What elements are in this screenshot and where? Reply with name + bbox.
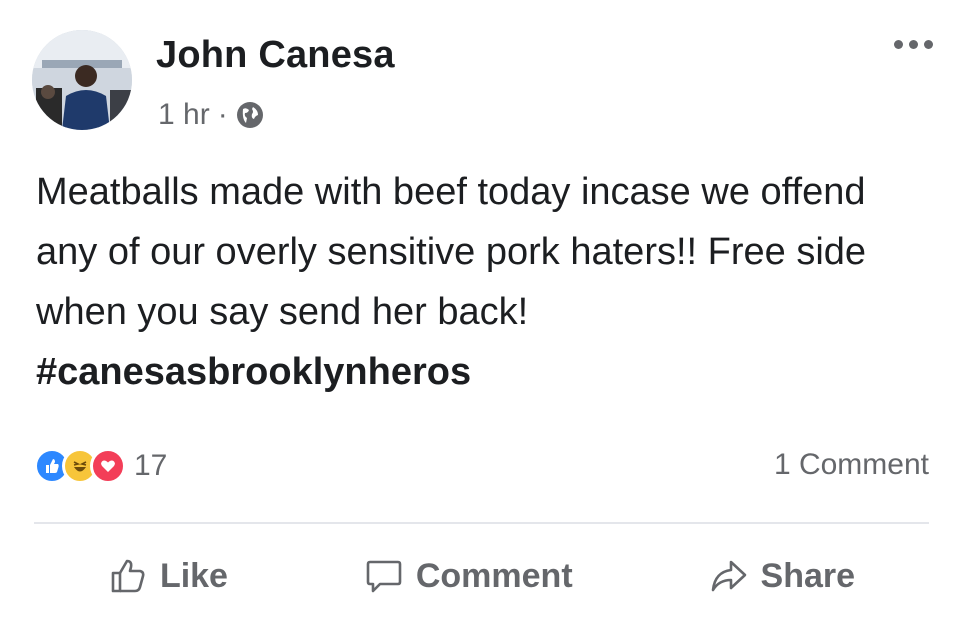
- reaction-count: 17: [134, 449, 168, 482]
- share-button[interactable]: Share: [709, 556, 856, 596]
- love-reaction-icon: [90, 448, 126, 484]
- comment-button[interactable]: Comment: [364, 556, 573, 596]
- globe-icon[interactable]: [236, 101, 264, 129]
- meta-separator: ·: [217, 98, 228, 131]
- post-hashtag[interactable]: #canesasbrooklynheros: [36, 351, 471, 393]
- post-text: Meatballs made with beef today incase we…: [36, 171, 867, 333]
- share-arrow-icon: [711, 560, 746, 592]
- speech-bubble-icon: [366, 560, 402, 593]
- more-options-icon[interactable]: [894, 40, 933, 49]
- post-timestamp[interactable]: 1 hr: [158, 98, 210, 132]
- reactions-summary[interactable]: 17: [34, 448, 167, 484]
- like-label: Like: [159, 556, 228, 595]
- avatar-photo: [32, 30, 132, 130]
- action-bar: Like Comment Share: [0, 546, 963, 606]
- more-dot: [909, 40, 918, 49]
- divider: [34, 522, 929, 524]
- author-name[interactable]: John Canesa: [156, 34, 395, 77]
- comment-count[interactable]: 1 Comment: [774, 448, 929, 482]
- avatar[interactable]: [32, 30, 132, 130]
- more-dot: [924, 40, 933, 49]
- thumbs-up-icon: [111, 559, 145, 593]
- like-button[interactable]: Like: [108, 556, 228, 596]
- post-body: Meatballs made with beef today incase we…: [36, 162, 936, 402]
- more-dot: [894, 40, 903, 49]
- post-meta: 1 hr ·: [158, 98, 264, 132]
- facebook-post: John Canesa 1 hr · Meatballs made with b…: [0, 0, 963, 620]
- comment-label: Comment: [415, 556, 573, 595]
- share-label: Share: [760, 556, 856, 595]
